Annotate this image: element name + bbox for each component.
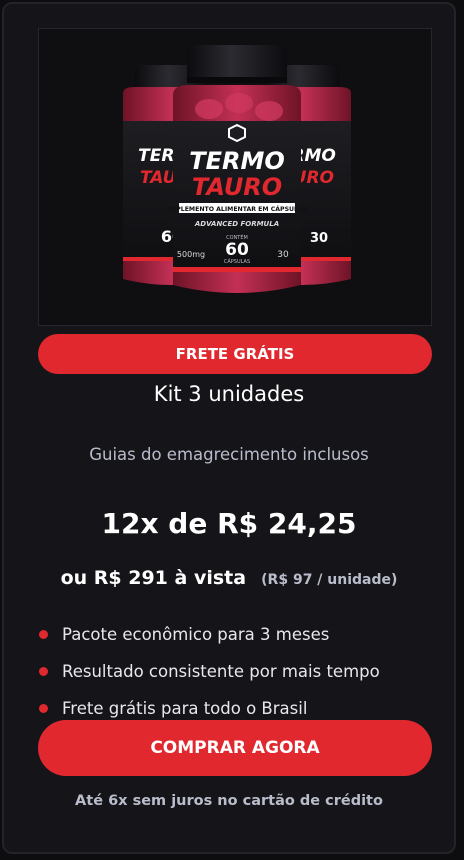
bottle-front: TERMO TAURO SUPLEMENTO ALIMENTAR EM CÁPS…: [167, 45, 308, 293]
cash-price: ou R$ 291 à vista: [60, 567, 247, 589]
bullet-icon: [39, 704, 48, 713]
bottle-right-days: 30: [310, 231, 328, 246]
free-shipping-badge: FRETE GRÁTIS: [38, 334, 432, 374]
credit-card-note: Até 6x sem juros no cartão de crédito: [75, 793, 383, 809]
guides-included-text: Guias do emagrecimento inclusos: [89, 445, 369, 464]
bottle-front-formula: ADVANCED FORMULA: [194, 220, 279, 228]
kit-title: Kit 3 unidades: [153, 382, 305, 406]
bottle-front-capsule-word: CÁPSULAS: [224, 258, 250, 265]
installment-price: 12x de R$ 24,25: [101, 507, 357, 540]
unit-price: (R$ 97 / unidade): [261, 572, 398, 588]
bottle-front-brand: TERMO: [189, 147, 285, 175]
product-card: TERMO TAURO 60 TERMO TAURO 30 TERMO TAUR…: [2, 2, 456, 854]
free-shipping-label: FRETE GRÁTIS: [175, 345, 295, 363]
benefit-item: Pacote econômico para 3 meses: [38, 616, 380, 653]
benefit-text: Resultado consistente por mais tempo: [62, 662, 380, 681]
bottle-front-days: 30: [277, 250, 289, 260]
benefit-text: Frete grátis para todo o Brasil: [62, 699, 308, 718]
bullet-icon: [39, 630, 48, 639]
bottle-front-count: 60: [225, 240, 249, 260]
bottle-front-brand-2: TAURO: [192, 173, 282, 201]
bottle-front-weight: 500mg: [177, 250, 205, 259]
product-image: TERMO TAURO 60 TERMO TAURO 30 TERMO TAUR…: [38, 28, 432, 326]
bullet-icon: [39, 667, 48, 676]
bottle-front-subtitle: SUPLEMENTO ALIMENTAR EM CÁPSULAS: [167, 204, 308, 213]
benefit-item: Resultado consistente por mais tempo: [38, 653, 380, 690]
benefit-text: Pacote econômico para 3 meses: [62, 625, 330, 644]
cash-price-row: ou R$ 291 à vista (R$ 97 / unidade): [4, 567, 454, 589]
buy-now-button[interactable]: COMPRAR AGORA: [38, 720, 432, 776]
benefits-list: Pacote econômico para 3 meses Resultado …: [38, 616, 380, 727]
